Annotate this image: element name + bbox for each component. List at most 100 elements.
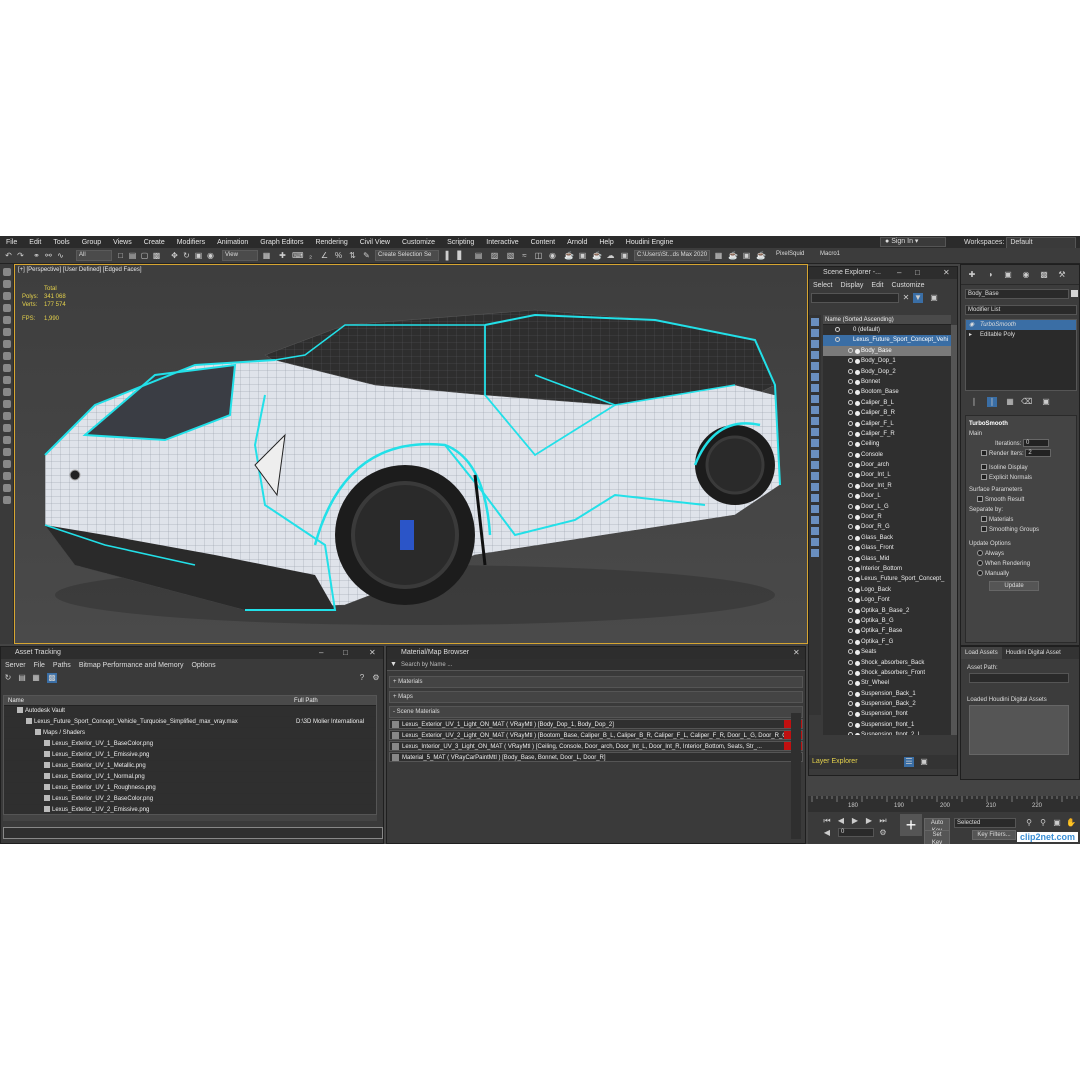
layout-icon[interactable] (3, 460, 11, 468)
display-filter-icon[interactable] (811, 505, 819, 513)
scene-scrollbar[interactable] (951, 325, 957, 735)
scene-object-row[interactable]: Body_Dop_2 (823, 367, 951, 377)
perspective-viewport[interactable]: [+] [Perspective] [User Defined] [Edged … (14, 264, 808, 644)
select-by-name-icon[interactable]: ▤ (128, 251, 137, 260)
help-icon[interactable]: ? (357, 673, 367, 683)
materials-checkbox[interactable] (981, 516, 987, 522)
scene-object-row[interactable]: Glass_Front (823, 543, 951, 553)
menu-tools[interactable]: Tools (47, 239, 75, 246)
tab-load-assets[interactable]: Load Assets (961, 647, 1002, 659)
render-in-cloud-icon[interactable]: ☁ (606, 251, 615, 260)
scene-object-row[interactable]: Glass_Back (823, 533, 951, 543)
eye-icon[interactable] (848, 503, 853, 509)
layer-explorer-dropdown[interactable]: Layer Explorer (812, 758, 858, 765)
scene-material-row[interactable]: Lexus_Interior_UV_3_Light_ON_MAT ( VRayM… (389, 741, 803, 751)
scene-object-row[interactable]: Caliper_F_L (823, 419, 951, 429)
scene-object-row[interactable]: Str_Wheel (823, 678, 951, 688)
object-color-swatch[interactable] (1071, 290, 1078, 297)
asset-path-input[interactable] (969, 673, 1069, 683)
asset-row[interactable]: Lexus_Exterior_UV_2_BaseColor.png (4, 794, 376, 805)
menu-animation[interactable]: Animation (211, 239, 254, 246)
eye-icon[interactable] (848, 347, 853, 353)
menu-content[interactable]: Content (525, 239, 562, 246)
menu-file[interactable]: File (0, 239, 23, 246)
next-frame-icon[interactable]: ▶ (864, 816, 874, 826)
go-to-end-icon[interactable]: ⏭ (878, 816, 888, 826)
eye-icon[interactable] (848, 378, 853, 384)
display-filter-icon[interactable] (811, 406, 819, 414)
stack-item-turbosmooth[interactable]: ◉ TurboSmooth (966, 320, 1076, 330)
display-filter-icon[interactable] (811, 516, 819, 524)
display-filter-icon[interactable] (811, 373, 819, 381)
scene-object-row[interactable]: Door_R (823, 512, 951, 522)
eye-icon[interactable] (848, 659, 853, 665)
asset-row[interactable]: Lexus_Exterior_UV_2_Emissive.png (4, 805, 376, 814)
zoom-extents-icon[interactable]: ▣ (1052, 818, 1062, 828)
layout-icon[interactable] (3, 304, 11, 312)
named-selection-set-dropdown[interactable]: Create Selection Se (375, 250, 439, 261)
display-filter-icon[interactable] (811, 340, 819, 348)
key-filters-button[interactable]: Key Filters... (972, 830, 1016, 840)
eye-icon[interactable] (848, 545, 853, 551)
modify-tab-icon[interactable]: ◑ (985, 270, 995, 280)
layout-icon[interactable] (3, 316, 11, 324)
scene-object-row[interactable]: Suspension_front (823, 709, 951, 719)
menu-help[interactable]: Help (593, 239, 619, 246)
menu-select[interactable]: Select (809, 282, 836, 289)
display-filter-icon[interactable] (811, 450, 819, 458)
scene-object-row[interactable]: Suspension_Back_2 (823, 699, 951, 709)
scene-object-row[interactable]: Body_Dop_1 (823, 356, 951, 366)
make-unique-icon[interactable]: ▦ (1005, 397, 1015, 407)
scene-object-row[interactable]: Door_L_G (823, 502, 951, 512)
render-iters-checkbox[interactable] (981, 450, 987, 456)
link-icon[interactable]: ⚭ (32, 251, 41, 260)
scene-object-row[interactable]: Optika_F_Base (823, 626, 951, 636)
display-filter-icon[interactable] (811, 351, 819, 359)
sort-icon[interactable]: ☰ (904, 757, 914, 767)
minimize-icon[interactable]: – (319, 647, 323, 659)
eye-icon[interactable] (848, 358, 853, 364)
layout-icon[interactable] (3, 388, 11, 396)
when-rendering-radio[interactable] (977, 560, 983, 566)
asset-row[interactable]: Lexus_Exterior_UV_1_Metallic.png (4, 761, 376, 772)
materials-section[interactable]: + Materials (389, 676, 803, 688)
asset-row[interactable]: Lexus_Exterior_UV_1_Normal.png (4, 772, 376, 783)
scene-object-row[interactable]: Interior_Bottom (823, 564, 951, 574)
maximize-icon[interactable]: □ (343, 647, 348, 659)
clear-search-icon[interactable]: ✕ (901, 293, 911, 303)
scene-object-row[interactable]: Caliper_B_L (823, 398, 951, 408)
smooth-result-checkbox[interactable] (977, 496, 983, 502)
asset-row[interactable]: Lexus_Exterior_UV_1_Emissive.png (4, 750, 376, 761)
eye-icon[interactable] (848, 420, 853, 426)
menu-modifiers[interactable]: Modifiers (171, 239, 211, 246)
rectangular-selection-icon[interactable]: ▢ (140, 251, 149, 260)
asset-row[interactable]: Lexus_Future_Sport_Concept_Vehicle_Turqu… (4, 717, 376, 728)
previous-frame-icon[interactable]: ◀ (836, 816, 846, 826)
asset-row[interactable]: Maps / Shaders (4, 728, 376, 739)
eye-icon[interactable] (848, 472, 853, 478)
sign-in-dropdown[interactable]: ● Sign In ▾ (880, 237, 946, 247)
display-tab-icon[interactable]: ▩ (1039, 270, 1049, 280)
eye-icon[interactable] (848, 732, 853, 735)
tab-houdini-digital-asset[interactable]: Houdini Digital Asset (1002, 647, 1065, 659)
go-to-start-icon[interactable]: ⏮ (822, 816, 832, 826)
scene-object-row[interactable]: Bonnet (823, 377, 951, 387)
eye-icon[interactable] (835, 337, 840, 343)
asset-row[interactable]: Lexus_Exterior_UV_1_BaseColor.png (4, 739, 376, 750)
menu-interactive[interactable]: Interactive (480, 239, 524, 246)
scene-object-row[interactable]: Shock_absorbers_Back (823, 658, 951, 668)
menu-customize[interactable]: Customize (396, 239, 441, 246)
snaps-toggle-icon[interactable]: ₂ (306, 251, 315, 260)
menu-customize[interactable]: Customize (887, 282, 928, 289)
eye-icon[interactable]: ◉ (969, 320, 974, 330)
eye-icon[interactable] (848, 430, 853, 436)
display-filter-icon[interactable] (811, 494, 819, 502)
menu-bitmap-performance[interactable]: Bitmap Performance and Memory (75, 662, 188, 669)
set-key-button[interactable]: Set Key (924, 830, 950, 844)
eye-icon[interactable] (848, 493, 853, 499)
material-search-input[interactable]: Search by Name ... (401, 659, 452, 671)
scene-object-row[interactable]: Lexus_Future_Sport_Concept_ (823, 574, 951, 584)
material-editor-icon[interactable]: ◉ (548, 251, 557, 260)
eye-icon[interactable] (835, 327, 840, 332)
scene-object-row[interactable]: Suspension_Back_1 (823, 689, 951, 699)
